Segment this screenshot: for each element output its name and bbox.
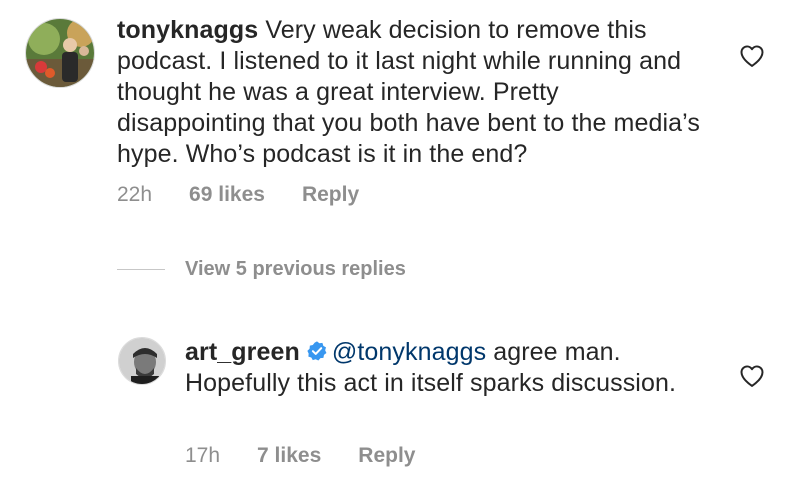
- heart-outline-icon[interactable]: [737, 42, 767, 70]
- verified-badge-icon: [307, 341, 327, 361]
- reply-mention[interactable]: @tonyknaggs: [332, 338, 486, 366]
- comment-body: tonyknaggs Very weak decision to remove …: [117, 15, 707, 170]
- reply-time[interactable]: 17h: [185, 444, 220, 468]
- view-replies-label[interactable]: View 5 previous replies: [185, 258, 406, 281]
- avatar-photo: [119, 338, 165, 384]
- comment-time[interactable]: 22h: [117, 183, 152, 207]
- reply-reply-button[interactable]: Reply: [358, 444, 415, 468]
- reply-username[interactable]: art_green: [185, 338, 300, 366]
- reply-likes[interactable]: 7 likes: [257, 444, 321, 468]
- heart-outline-icon[interactable]: [737, 362, 767, 390]
- view-previous-replies[interactable]: View 5 previous replies: [117, 258, 406, 281]
- reply-meta: 17h 7 likes Reply: [185, 444, 415, 468]
- avatar[interactable]: [118, 337, 166, 385]
- reply-body: art_green @tonyknaggs agree man. Hopefull…: [185, 337, 705, 399]
- avatar-photo: [26, 19, 94, 87]
- comment-meta: 22h 69 likes Reply: [117, 183, 359, 207]
- comment-reply-button[interactable]: Reply: [302, 183, 359, 207]
- divider-line: [117, 269, 165, 270]
- avatar[interactable]: [25, 18, 95, 88]
- comment-likes[interactable]: 69 likes: [189, 183, 265, 207]
- comment-username[interactable]: tonyknaggs: [117, 16, 258, 44]
